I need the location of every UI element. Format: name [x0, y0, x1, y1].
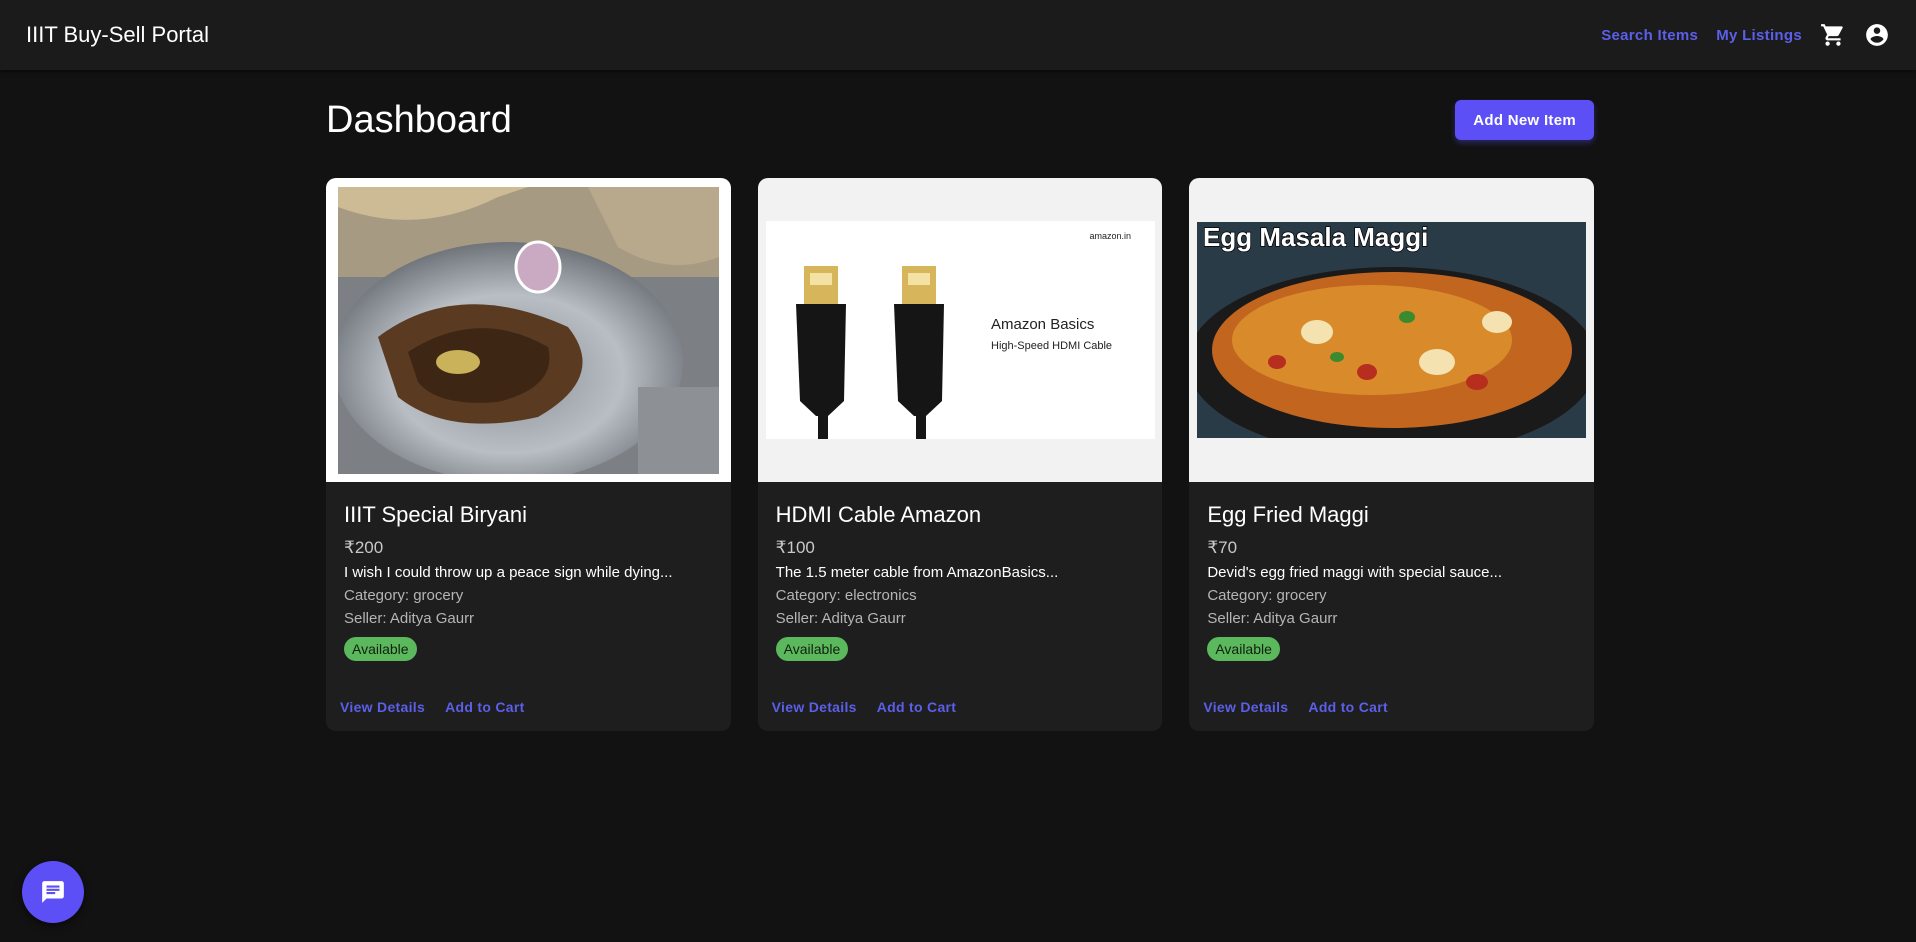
- item-title: HDMI Cable Amazon: [775, 502, 982, 527]
- view-details-button[interactable]: View Details: [340, 699, 425, 715]
- add-to-cart-button[interactable]: Add to Cart: [1308, 699, 1388, 715]
- item-actions: View Details Add to Cart: [340, 699, 525, 715]
- item-image-frame[interactable]: [326, 178, 731, 482]
- item-grid: IIIT Special Biryani ₹200 I wish I could…: [326, 178, 1595, 731]
- item-actions: View Details Add to Cart: [1203, 699, 1388, 715]
- item-card-body: Egg Fried Maggi ₹70 Devid's egg fried ma…: [1189, 482, 1594, 661]
- item-title: Egg Fried Maggi: [1207, 502, 1369, 527]
- image-brand-text: amazon.in: [1089, 231, 1131, 241]
- status-badge: Available: [344, 637, 417, 661]
- status-badge: Available: [1207, 637, 1280, 661]
- app-bar: IIIT Buy-Sell Portal Search Items My Lis…: [0, 0, 1916, 70]
- item-category: Category: grocery: [1207, 587, 1327, 604]
- add-to-cart-button[interactable]: Add to Cart: [445, 699, 525, 715]
- status-badge: Available: [775, 637, 849, 661]
- view-details-button[interactable]: View Details: [1203, 699, 1288, 715]
- item-card: IIIT Special Biryani ₹200 I wish I could…: [326, 178, 731, 731]
- item-title: IIIT Special Biryani: [344, 502, 528, 527]
- item-seller: Seller: Aditya Gaurr: [775, 610, 906, 627]
- item-seller: Seller: Aditya Gaurr: [344, 610, 475, 627]
- account-icon[interactable]: [1864, 22, 1890, 48]
- item-price: ₹70: [1207, 538, 1238, 557]
- page-title: Dashboard: [326, 98, 512, 141]
- main-container: Dashboard Add New Item IIIT Special Biry…: [326, 70, 1595, 731]
- item-card: amazon.in Amazon Basics High-Speed HDMI …: [757, 178, 1163, 731]
- add-new-item-button[interactable]: Add New Item: [1455, 100, 1594, 140]
- item-category: Category: electronics: [775, 587, 917, 604]
- item-card-body: HDMI Cable Amazon ₹100 The 1.5 meter cab…: [758, 482, 1163, 661]
- cart-icon[interactable]: [1820, 22, 1846, 48]
- item-description: The 1.5 meter cable from AmazonBasics...: [775, 564, 1059, 581]
- view-details-button[interactable]: View Details: [772, 699, 857, 715]
- maggi-photo: Egg Masala Maggi: [1197, 222, 1587, 438]
- image-heading-text: Amazon Basics: [991, 316, 1094, 333]
- item-description: Devid's egg fried maggi with special sau…: [1207, 564, 1503, 581]
- add-to-cart-button[interactable]: Add to Cart: [877, 699, 957, 715]
- item-price: ₹100: [775, 538, 815, 557]
- hdmi-cable-photo: amazon.in Amazon Basics High-Speed HDMI …: [765, 221, 1155, 439]
- chat-icon: [42, 881, 64, 903]
- image-sub-text: High-Speed HDMI Cable: [991, 340, 1112, 352]
- chat-fab-button[interactable]: [22, 861, 84, 923]
- item-price: ₹200: [344, 538, 384, 557]
- nav-search-items[interactable]: Search Items: [1601, 27, 1698, 44]
- item-category: Category: grocery: [344, 587, 464, 604]
- brand-title[interactable]: IIIT Buy-Sell Portal: [26, 22, 1583, 48]
- nav-my-listings[interactable]: My Listings: [1716, 27, 1802, 44]
- item-card: Egg Masala Maggi Egg Fried Maggi ₹70 Dev…: [1189, 178, 1595, 731]
- item-actions: View Details Add to Cart: [772, 699, 957, 715]
- biryani-photo: [337, 186, 719, 474]
- item-description: I wish I could throw up a peace sign whi…: [344, 564, 673, 581]
- item-image-frame[interactable]: amazon.in Amazon Basics High-Speed HDMI …: [757, 178, 1163, 482]
- image-caption-text: Egg Masala Maggi: [1203, 222, 1428, 252]
- page-header: Dashboard Add New Item: [326, 70, 1594, 170]
- item-image-frame[interactable]: Egg Masala Maggi: [1189, 178, 1595, 482]
- item-seller: Seller: Aditya Gaurr: [1207, 610, 1338, 627]
- item-card-body: IIIT Special Biryani ₹200 I wish I could…: [326, 482, 731, 661]
